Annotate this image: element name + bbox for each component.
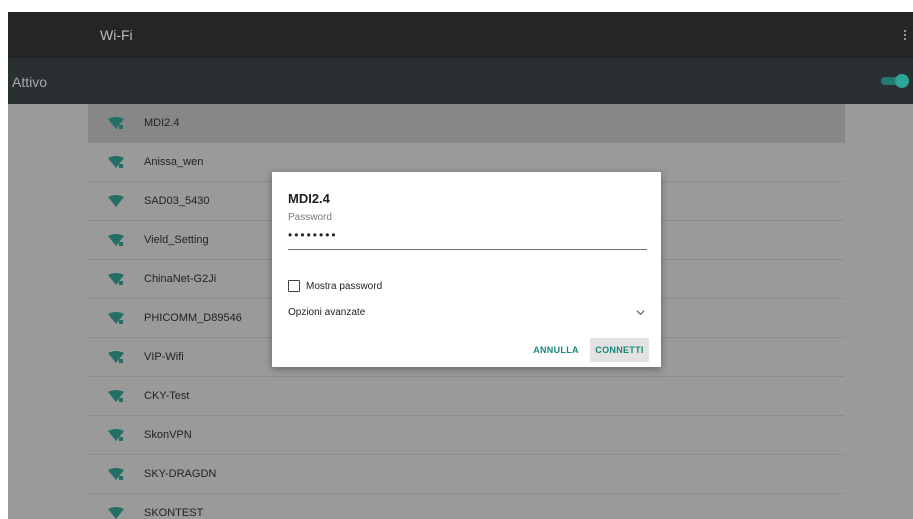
network-row[interactable]: SkonVPN: [88, 416, 845, 455]
wifi-signal-lock-icon: [108, 273, 124, 285]
wifi-settings-screen: Wi-Fi Attivo MDI2.4 Anissa_wen SAD03_543…: [8, 12, 913, 519]
network-row[interactable]: CKY-Test: [88, 377, 845, 416]
network-name: Anissa_wen: [144, 156, 204, 168]
network-name: SKONTEST: [144, 507, 204, 519]
network-row[interactable]: SKY-DRAGDN: [88, 455, 845, 494]
checkbox-box[interactable]: [288, 280, 300, 292]
network-name: SKY-DRAGDN: [144, 468, 217, 480]
show-password-label: Mostra password: [306, 280, 383, 292]
wifi-signal-lock-icon: [108, 234, 124, 246]
wifi-toggle[interactable]: [881, 74, 909, 88]
network-name: SkonVPN: [144, 429, 192, 441]
password-input[interactable]: ••••••••: [288, 228, 647, 250]
wifi-signal-lock-icon: [108, 351, 124, 363]
network-name: PHICOMM_D89546: [144, 312, 242, 324]
cancel-button[interactable]: ANNULLA: [528, 338, 584, 362]
wifi-master-switch-bar[interactable]: Attivo: [8, 58, 913, 104]
wifi-status-label: Attivo: [12, 74, 48, 90]
advanced-options-label[interactable]: Opzioni avanzate: [288, 307, 365, 318]
network-name: ChinaNet-G2Ji: [144, 273, 217, 285]
wifi-signal-icon: [108, 195, 124, 207]
wifi-password-dialog: MDI2.4 Password •••••••• Mostra password…: [272, 172, 661, 367]
chevron-down-icon[interactable]: [636, 308, 645, 317]
network-name: MDI2.4: [144, 117, 180, 129]
network-name: Vield_Setting: [144, 234, 209, 246]
wifi-signal-lock-icon: [108, 117, 124, 129]
wifi-signal-icon: [108, 507, 124, 519]
top-app-bar: Wi-Fi: [8, 12, 913, 58]
connect-button[interactable]: CONNETTI: [590, 338, 649, 362]
dialog-title: MDI2.4: [288, 191, 330, 206]
network-name: VIP-Wifi: [144, 351, 184, 363]
network-name: SAD03_5430: [144, 195, 210, 207]
wifi-signal-lock-icon: [108, 468, 124, 480]
network-name: CKY-Test: [144, 390, 190, 402]
page-title: Wi-Fi: [100, 27, 133, 43]
network-row[interactable]: SKONTEST: [88, 494, 845, 519]
password-label: Password: [288, 212, 332, 223]
network-row[interactable]: MDI2.4: [88, 104, 845, 143]
toggle-thumb: [895, 74, 909, 88]
wifi-signal-lock-icon: [108, 156, 124, 168]
wifi-signal-lock-icon: [108, 312, 124, 324]
wifi-signal-lock-icon: [108, 390, 124, 402]
wifi-signal-lock-icon: [108, 429, 124, 441]
more-vert-icon[interactable]: [897, 22, 913, 48]
show-password-checkbox[interactable]: Mostra password: [288, 280, 382, 292]
